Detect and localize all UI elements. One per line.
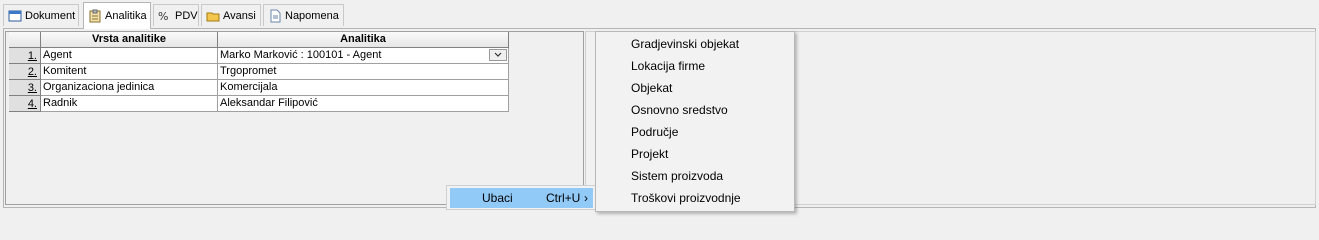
- table-cell-type[interactable]: Radnik: [41, 96, 218, 112]
- percent-icon: %: [158, 9, 172, 23]
- table-cell-value[interactable]: Komercijala: [218, 80, 509, 96]
- analytics-grid[interactable]: Vrsta analitike Analitika 1. Agent Marko…: [5, 31, 584, 205]
- context-menu: Ubaci Ctrl+U ›: [446, 185, 596, 210]
- dropdown-button[interactable]: [489, 49, 507, 61]
- row-number[interactable]: 3.: [9, 80, 41, 96]
- context-menu-item-ubaci[interactable]: Ubaci Ctrl+U ›: [450, 188, 593, 208]
- tab-label: Avansi: [223, 9, 256, 22]
- cell-value-text: Marko Marković : 100101 - Agent: [220, 49, 382, 61]
- tab-label: Dokument: [25, 9, 76, 22]
- tab-label: PDV: [175, 9, 198, 22]
- note-icon: [268, 9, 282, 23]
- row-number[interactable]: 4.: [9, 96, 41, 112]
- tab-analitika[interactable]: Analitika: [83, 2, 151, 29]
- table-cell-value[interactable]: Marko Marković : 100101 - Agent: [218, 48, 509, 64]
- table-cell-type[interactable]: Komitent: [41, 64, 218, 80]
- submenu-item[interactable]: Objekat: [631, 78, 672, 98]
- window-icon: [8, 9, 22, 23]
- clipboard-icon: [88, 9, 102, 23]
- column-header-analitika[interactable]: Analitika: [218, 32, 509, 48]
- row-number-label: 4.: [27, 98, 37, 110]
- menu-item-shortcut: Ctrl+U: [546, 191, 581, 205]
- submenu-arrow-icon: ›: [584, 191, 588, 205]
- submenu-item[interactable]: Projekt: [631, 144, 668, 164]
- grid-corner: [9, 32, 41, 48]
- svg-text:%: %: [158, 10, 168, 23]
- table-cell-value[interactable]: Aleksandar Filipović: [218, 96, 509, 112]
- tab-pdv[interactable]: % PDV: [153, 4, 199, 26]
- tab-label: Napomena: [285, 9, 339, 22]
- column-header-vrsta[interactable]: Vrsta analitike: [41, 32, 218, 48]
- chevron-down-icon: [494, 52, 502, 57]
- submenu-item[interactable]: Gradjevinski objekat: [631, 34, 739, 54]
- row-number[interactable]: 2.: [9, 64, 41, 80]
- submenu: Gradjevinski objekat Lokacija firme Obje…: [595, 31, 795, 212]
- submenu-item[interactable]: Sistem proizvoda: [631, 166, 723, 186]
- tab-napomena[interactable]: Napomena: [263, 4, 344, 26]
- row-number[interactable]: 1.: [9, 48, 41, 64]
- tab-label: Analitika: [105, 10, 147, 22]
- row-number-label: 1.: [27, 50, 37, 62]
- folder-icon: [206, 9, 220, 23]
- submenu-item[interactable]: Područje: [631, 122, 678, 142]
- tab-avansi[interactable]: Avansi: [201, 4, 261, 26]
- submenu-item[interactable]: Osnovno sredstvo: [631, 100, 728, 120]
- row-number-label: 3.: [27, 82, 37, 94]
- table-cell-type[interactable]: Agent: [41, 48, 218, 64]
- menu-item-label: Ubaci: [482, 191, 513, 205]
- table-cell-type[interactable]: Organizaciona jedinica: [41, 80, 218, 96]
- table-cell-value[interactable]: Trgopromet: [218, 64, 509, 80]
- submenu-item[interactable]: Troškovi proizvodnje: [631, 188, 741, 208]
- tab-dokument[interactable]: Dokument: [3, 4, 79, 26]
- row-number-label: 2.: [27, 66, 37, 78]
- submenu-item[interactable]: Lokacija firme: [631, 56, 705, 76]
